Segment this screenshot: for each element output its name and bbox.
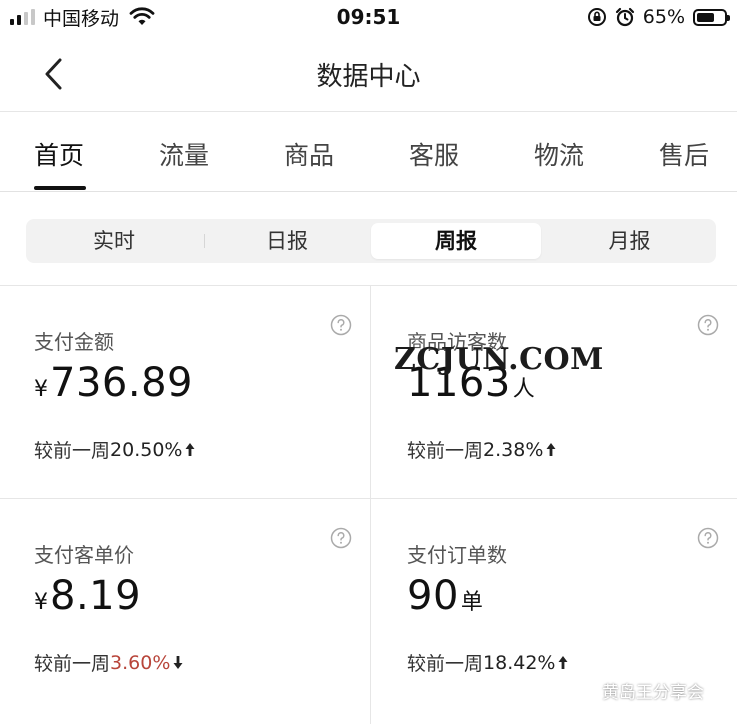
tab-after-sales[interactable]: 售后 <box>659 136 709 172</box>
metric-label: 支付客单价 <box>34 543 134 567</box>
metric-number: 90 <box>407 573 459 619</box>
metric-number: 736.89 <box>50 360 193 406</box>
battery-fill <box>697 12 714 22</box>
wechat-account-name: 黄岛王分享会 <box>602 683 704 703</box>
period-daily[interactable]: 日报 <box>204 219 370 263</box>
metric-label: 支付金额 <box>34 330 114 354</box>
change-percent: 18.42% <box>483 651 556 674</box>
status-bar: 中国移动 09:51 65% <box>0 0 737 34</box>
category-tabs: 首页 流量 商品 客服 物流 售后 <box>0 112 737 192</box>
battery-icon <box>693 8 730 26</box>
site-watermark: ZCJUN.COM <box>394 342 604 377</box>
nav-bar: 数据中心 <box>0 34 737 112</box>
metric-value: ¥ 736.89 <box>34 360 193 406</box>
metrics-grid: 支付金额 ¥ 736.89 较前一周 20.50% 商品访客数 1163 人 较… <box>0 285 737 724</box>
metric-value: ¥ 8.19 <box>34 573 141 619</box>
arrow-up-icon <box>546 443 556 456</box>
period-selector: 实时 日报 周报 月报 <box>26 219 716 263</box>
battery-percent: 65% <box>642 6 685 28</box>
period-realtime[interactable]: 实时 <box>26 219 202 263</box>
help-icon[interactable] <box>697 314 719 336</box>
metric-comparison: 较前一周 2.38% <box>407 436 556 463</box>
metric-number: 8.19 <box>50 573 142 619</box>
tab-active-indicator <box>34 186 86 190</box>
metric-label: 支付订单数 <box>407 543 507 567</box>
comparison-label: 较前一周 <box>34 653 111 675</box>
tab-home[interactable]: 首页 <box>34 136 84 172</box>
help-icon[interactable] <box>330 314 352 336</box>
change-percent: 3.60% <box>110 651 171 674</box>
metric-card-product-visitors[interactable]: 商品访客数 1163 人 较前一周 2.38% <box>371 286 737 498</box>
metric-comparison: 较前一周 3.60% <box>34 649 183 676</box>
wechat-watermark: 黄岛王分享会 <box>570 678 704 703</box>
metric-unit: 单 <box>460 590 483 615</box>
metric-card-payment-amount[interactable]: 支付金额 ¥ 736.89 较前一周 20.50% <box>0 286 370 498</box>
metric-comparison: 较前一周 18.42% <box>407 649 568 676</box>
comparison-label: 较前一周 <box>407 653 484 675</box>
tab-traffic[interactable]: 流量 <box>159 136 209 172</box>
tab-products[interactable]: 商品 <box>284 136 334 172</box>
comparison-label: 较前一周 <box>407 440 484 462</box>
currency-symbol: ¥ <box>34 590 48 615</box>
currency-symbol: ¥ <box>34 377 48 402</box>
page-title: 数据中心 <box>316 62 421 92</box>
help-icon[interactable] <box>330 527 352 549</box>
tab-logistics[interactable]: 物流 <box>534 136 584 172</box>
metric-card-avg-order-value[interactable]: 支付客单价 ¥ 8.19 较前一周 3.60% <box>0 499 370 711</box>
wechat-icon <box>570 680 595 700</box>
alarm-icon <box>615 7 634 27</box>
metric-comparison: 较前一周 20.50% <box>34 436 195 463</box>
arrow-up-icon <box>558 656 568 669</box>
comparison-label: 较前一周 <box>34 440 111 462</box>
status-right: 65% <box>587 4 730 30</box>
tab-customer-service[interactable]: 客服 <box>409 136 459 172</box>
metric-value: 90 单 <box>407 573 483 619</box>
arrow-down-icon <box>173 656 183 669</box>
help-icon[interactable] <box>697 527 719 549</box>
change-percent: 2.38% <box>483 438 544 461</box>
rotation-lock-icon <box>587 8 606 26</box>
change-percent: 20.50% <box>110 438 183 461</box>
period-weekly[interactable]: 周报 <box>371 223 541 259</box>
period-monthly[interactable]: 月报 <box>543 219 716 263</box>
arrow-up-icon <box>185 443 195 456</box>
